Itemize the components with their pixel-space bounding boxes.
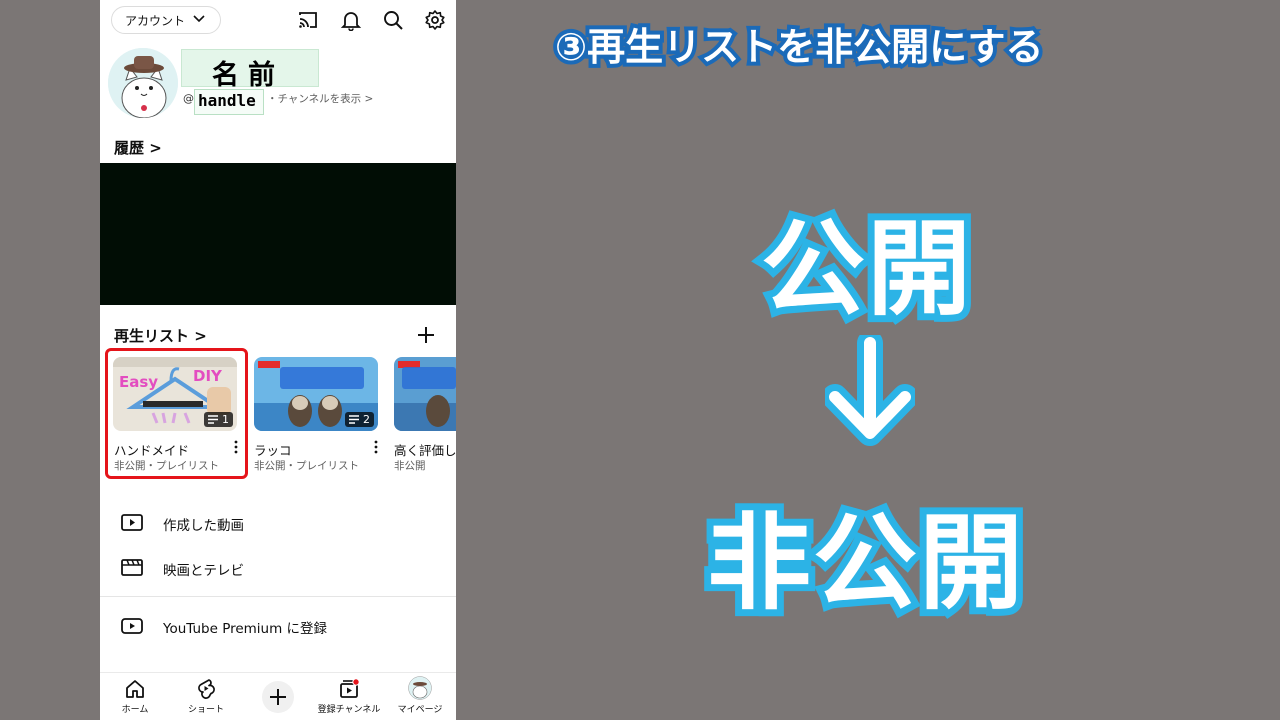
subscriptions-icon (340, 678, 360, 698)
playlist-thumbnail-liked[interactable] (394, 357, 456, 431)
playlist-title[interactable]: ハンドメイド (114, 440, 189, 459)
home-icon (126, 680, 144, 698)
playlist-subtitle: 非公開 (394, 460, 426, 472)
nav-my-page[interactable]: マイページ (385, 673, 455, 720)
playlist-icon (349, 415, 359, 424)
shorts-icon (198, 679, 215, 699)
channel-name-box: 名前 (181, 49, 319, 91)
channel-name: 名前 (212, 60, 284, 91)
nav-home[interactable]: ホーム (100, 673, 170, 720)
cat-avatar-icon (108, 48, 178, 118)
handle-box: handle (194, 89, 264, 115)
menu-item-your-videos[interactable]: 作成した動画 (100, 505, 456, 541)
new-playlist-plus-icon[interactable] (416, 325, 436, 345)
account-button-label: アカウント (125, 13, 186, 28)
step-headline: ③再生リストを非公開にする (551, 21, 1048, 73)
nav-label: ホーム (121, 705, 149, 715)
nav-label: マイページ (397, 705, 443, 715)
history-video-thumbnail[interactable] (100, 163, 456, 305)
playlist-subtitle: 非公開・プレイリスト (254, 460, 359, 472)
playlist-title[interactable]: 高く評価し (394, 440, 456, 459)
clapper-icon (121, 559, 143, 576)
public-label: 公開 (754, 201, 978, 337)
channel-handle: handle (198, 91, 256, 110)
account-button[interactable]: アカウント (111, 6, 221, 34)
divider (100, 596, 456, 597)
history-title[interactable]: 履歴 > (114, 137, 162, 158)
avatar-icon (408, 676, 432, 700)
phone-screen: アカウント 名前 @ handle ・チャンネルを表示 > 履歴 > 再生リスト… (100, 0, 456, 720)
bell-icon[interactable] (340, 9, 362, 31)
playlist-subtitle: 非公開・プレイリスト (114, 460, 219, 472)
create-plus-icon (262, 681, 294, 713)
menu-item-youtube-premium[interactable]: YouTube Premium に登録 (100, 608, 456, 644)
playlist-count-badge: 2 (345, 412, 374, 427)
playlist-thumbnail-otter[interactable]: 2 (254, 357, 378, 431)
menu-item-movies-tv[interactable]: 映画とテレビ (100, 550, 456, 586)
playlists-title[interactable]: 再生リスト > (114, 325, 207, 346)
down-arrow-icon (825, 335, 915, 446)
playlist-title[interactable]: ラッコ (254, 440, 292, 459)
nav-label: ショート (187, 705, 224, 715)
video-play-icon (121, 514, 143, 531)
view-channel-link[interactable]: ・チャンネルを表示 > (267, 91, 373, 106)
nav-create[interactable] (243, 673, 313, 720)
liked-thumb-art (394, 357, 456, 431)
menu-item-label: 映画とテレビ (163, 563, 244, 579)
cast-icon[interactable] (297, 9, 319, 31)
channel-avatar[interactable] (108, 48, 178, 118)
playlist-count: 2 (363, 413, 370, 426)
chevron-down-icon (193, 15, 205, 23)
search-icon[interactable] (382, 9, 404, 31)
private-label: 非公開 (700, 495, 1030, 631)
nav-label: 登録チャンネル (317, 705, 381, 715)
more-vert-icon[interactable] (233, 439, 239, 455)
bottom-nav: ホーム ショート 登録チャンネル マイページ (100, 672, 456, 720)
nav-shorts[interactable]: ショート (171, 673, 241, 720)
youtube-icon (121, 618, 143, 634)
handle-prefix: @ (183, 92, 194, 105)
gear-icon[interactable] (424, 9, 446, 31)
menu-item-label: YouTube Premium に登録 (163, 621, 328, 637)
more-vert-icon[interactable] (373, 439, 379, 455)
nav-subscriptions[interactable]: 登録チャンネル (314, 673, 384, 720)
menu-item-label: 作成した動画 (163, 518, 244, 534)
